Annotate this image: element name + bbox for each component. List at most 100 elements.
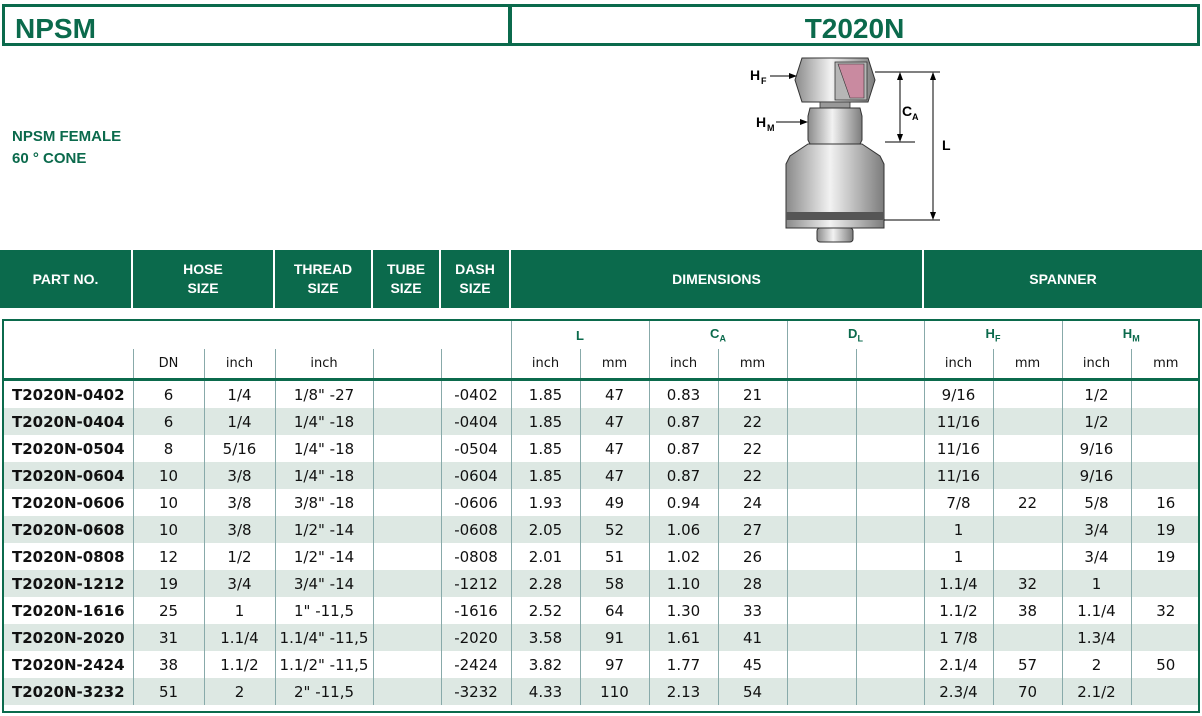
cell-dn: 6 [132, 379, 204, 408]
cell-hf-mm: 38 [992, 597, 1062, 624]
blank-cell [855, 349, 924, 381]
cell-hf-in: 11/16 [923, 435, 993, 462]
cell-tube [372, 624, 441, 651]
cell-ca-mm: 21 [717, 379, 787, 408]
cell-thread: 3/8" -18 [274, 489, 373, 516]
cell-thread: 3/4" -14 [274, 570, 373, 597]
unit-hose-inch: inch [203, 349, 275, 381]
cell-tube [372, 543, 441, 570]
cell-hf-in: 1.1/4 [923, 570, 993, 597]
cell-dl-mm [855, 516, 924, 543]
cell-ca-in: 1.06 [648, 516, 718, 543]
cell-hf-mm: 70 [992, 678, 1062, 705]
cell-dash: -1616 [440, 597, 511, 624]
blank-cell [440, 349, 511, 381]
cell-dl-mm [855, 489, 924, 516]
cell-hm-mm: 50 [1130, 651, 1200, 678]
cell-hm-mm: 19 [1130, 516, 1200, 543]
cell-hf-mm: 32 [992, 570, 1062, 597]
cell-ca-in: 0.87 [648, 435, 718, 462]
cell-l-mm: 49 [579, 489, 649, 516]
sub-hf-sub: F [994, 333, 1001, 344]
cell-tube [372, 489, 441, 516]
table-row: T2020N-0606 10 3/8 3/8" -18 -0606 1.93 49 0.94 2… [2, 489, 1200, 516]
col-dash-size-l2: SIZE [459, 280, 491, 296]
part-title: T2020N [509, 4, 1200, 46]
cell-tube [372, 516, 441, 543]
cell-dl-in [786, 570, 856, 597]
cell-l-in: 3.82 [510, 651, 580, 678]
sub-header-row-2: DN inch inch inch mm inch mm inch mm inc… [2, 349, 1200, 381]
cell-l-mm: 47 [579, 462, 649, 489]
col-hose-size-l1: HOSE [183, 261, 223, 277]
cell-ca-in: 2.13 [648, 678, 718, 705]
cell-thread: 1.1/2" -11,5 [274, 651, 373, 678]
cell-part: T2020N-0404 [2, 408, 133, 435]
cell-ca-in: 0.94 [648, 489, 718, 516]
cell-tube [372, 651, 441, 678]
sub-dl: DL [786, 321, 924, 349]
cell-dash: -0504 [440, 435, 511, 462]
sub-hf: HF [923, 321, 1062, 349]
col-part-no: PART NO. [0, 250, 133, 308]
cell-dl-mm [855, 570, 924, 597]
cell-tube [372, 435, 441, 462]
cell-hf-in: 1 7/8 [923, 624, 993, 651]
cell-hm-in: 2 [1061, 651, 1131, 678]
cell-ca-in: 0.87 [648, 408, 718, 435]
cell-hm-in: 2.1/2 [1061, 678, 1131, 705]
cell-part: T2020N-2020 [2, 624, 133, 651]
cell-dl-mm [855, 379, 924, 408]
unit-hf-inch: inch [923, 349, 993, 381]
cell-ca-mm: 22 [717, 408, 787, 435]
table-body: T2020N-0402 6 1/4 1/8" -27 -0402 1.85 47 0.83 21… [2, 379, 1200, 705]
cell-dn: 19 [132, 570, 204, 597]
cell-hm-mm [1130, 435, 1200, 462]
cell-l-in: 1.85 [510, 462, 580, 489]
cell-l-in: 2.01 [510, 543, 580, 570]
col-dash-size: DASH SIZE [441, 250, 511, 308]
cell-dash: -1212 [440, 570, 511, 597]
cell-dn: 51 [132, 678, 204, 705]
cell-hose-inch: 5/16 [203, 435, 275, 462]
col-hose-size: HOSE SIZE [133, 250, 275, 308]
sub-header-row-1: L CA DL HF HM [2, 321, 1200, 349]
cell-hose-inch: 3/8 [203, 516, 275, 543]
cell-ca-mm: 22 [717, 462, 787, 489]
cell-hm-in: 9/16 [1061, 435, 1131, 462]
cell-dl-in [786, 624, 856, 651]
cell-ca-in: 1.02 [648, 543, 718, 570]
cell-dl-in [786, 489, 856, 516]
cell-hf-mm [992, 624, 1062, 651]
cell-l-mm: 110 [579, 678, 649, 705]
unit-hf-mm: mm [992, 349, 1062, 381]
cell-hm-mm [1130, 624, 1200, 651]
cell-hm-mm: 19 [1130, 543, 1200, 570]
ca-label: C [902, 103, 912, 119]
cell-dash: -2424 [440, 651, 511, 678]
unit-l-mm: mm [579, 349, 649, 381]
cell-part: T2020N-0504 [2, 435, 133, 462]
cell-hm-in: 5/8 [1061, 489, 1131, 516]
cell-l-in: 2.28 [510, 570, 580, 597]
blank-cell [372, 349, 441, 381]
unit-l-inch: inch [510, 349, 580, 381]
cell-hm-mm: 32 [1130, 597, 1200, 624]
cell-ca-in: 1.77 [648, 651, 718, 678]
cell-tube [372, 570, 441, 597]
cell-ca-in: 0.87 [648, 462, 718, 489]
unit-ca-mm: mm [717, 349, 787, 381]
cell-ca-mm: 24 [717, 489, 787, 516]
cell-ca-in: 1.30 [648, 597, 718, 624]
hf-label: H [750, 67, 760, 83]
fitting-description: NPSM FEMALE 60 ° CONE [12, 126, 121, 170]
cell-dash: -0404 [440, 408, 511, 435]
cell-hf-in: 9/16 [923, 379, 993, 408]
cell-dl-in [786, 543, 856, 570]
unit-thread-inch: inch [274, 349, 373, 381]
cell-l-mm: 64 [579, 597, 649, 624]
table-row: T2020N-2020 31 1.1/4 1.1/4" -11,5 -2020 3.58 9… [2, 624, 1200, 651]
col-dimensions: DIMENSIONS [511, 250, 924, 308]
cell-hf-mm: 22 [992, 489, 1062, 516]
col-dash-size-l1: DASH [455, 261, 495, 277]
